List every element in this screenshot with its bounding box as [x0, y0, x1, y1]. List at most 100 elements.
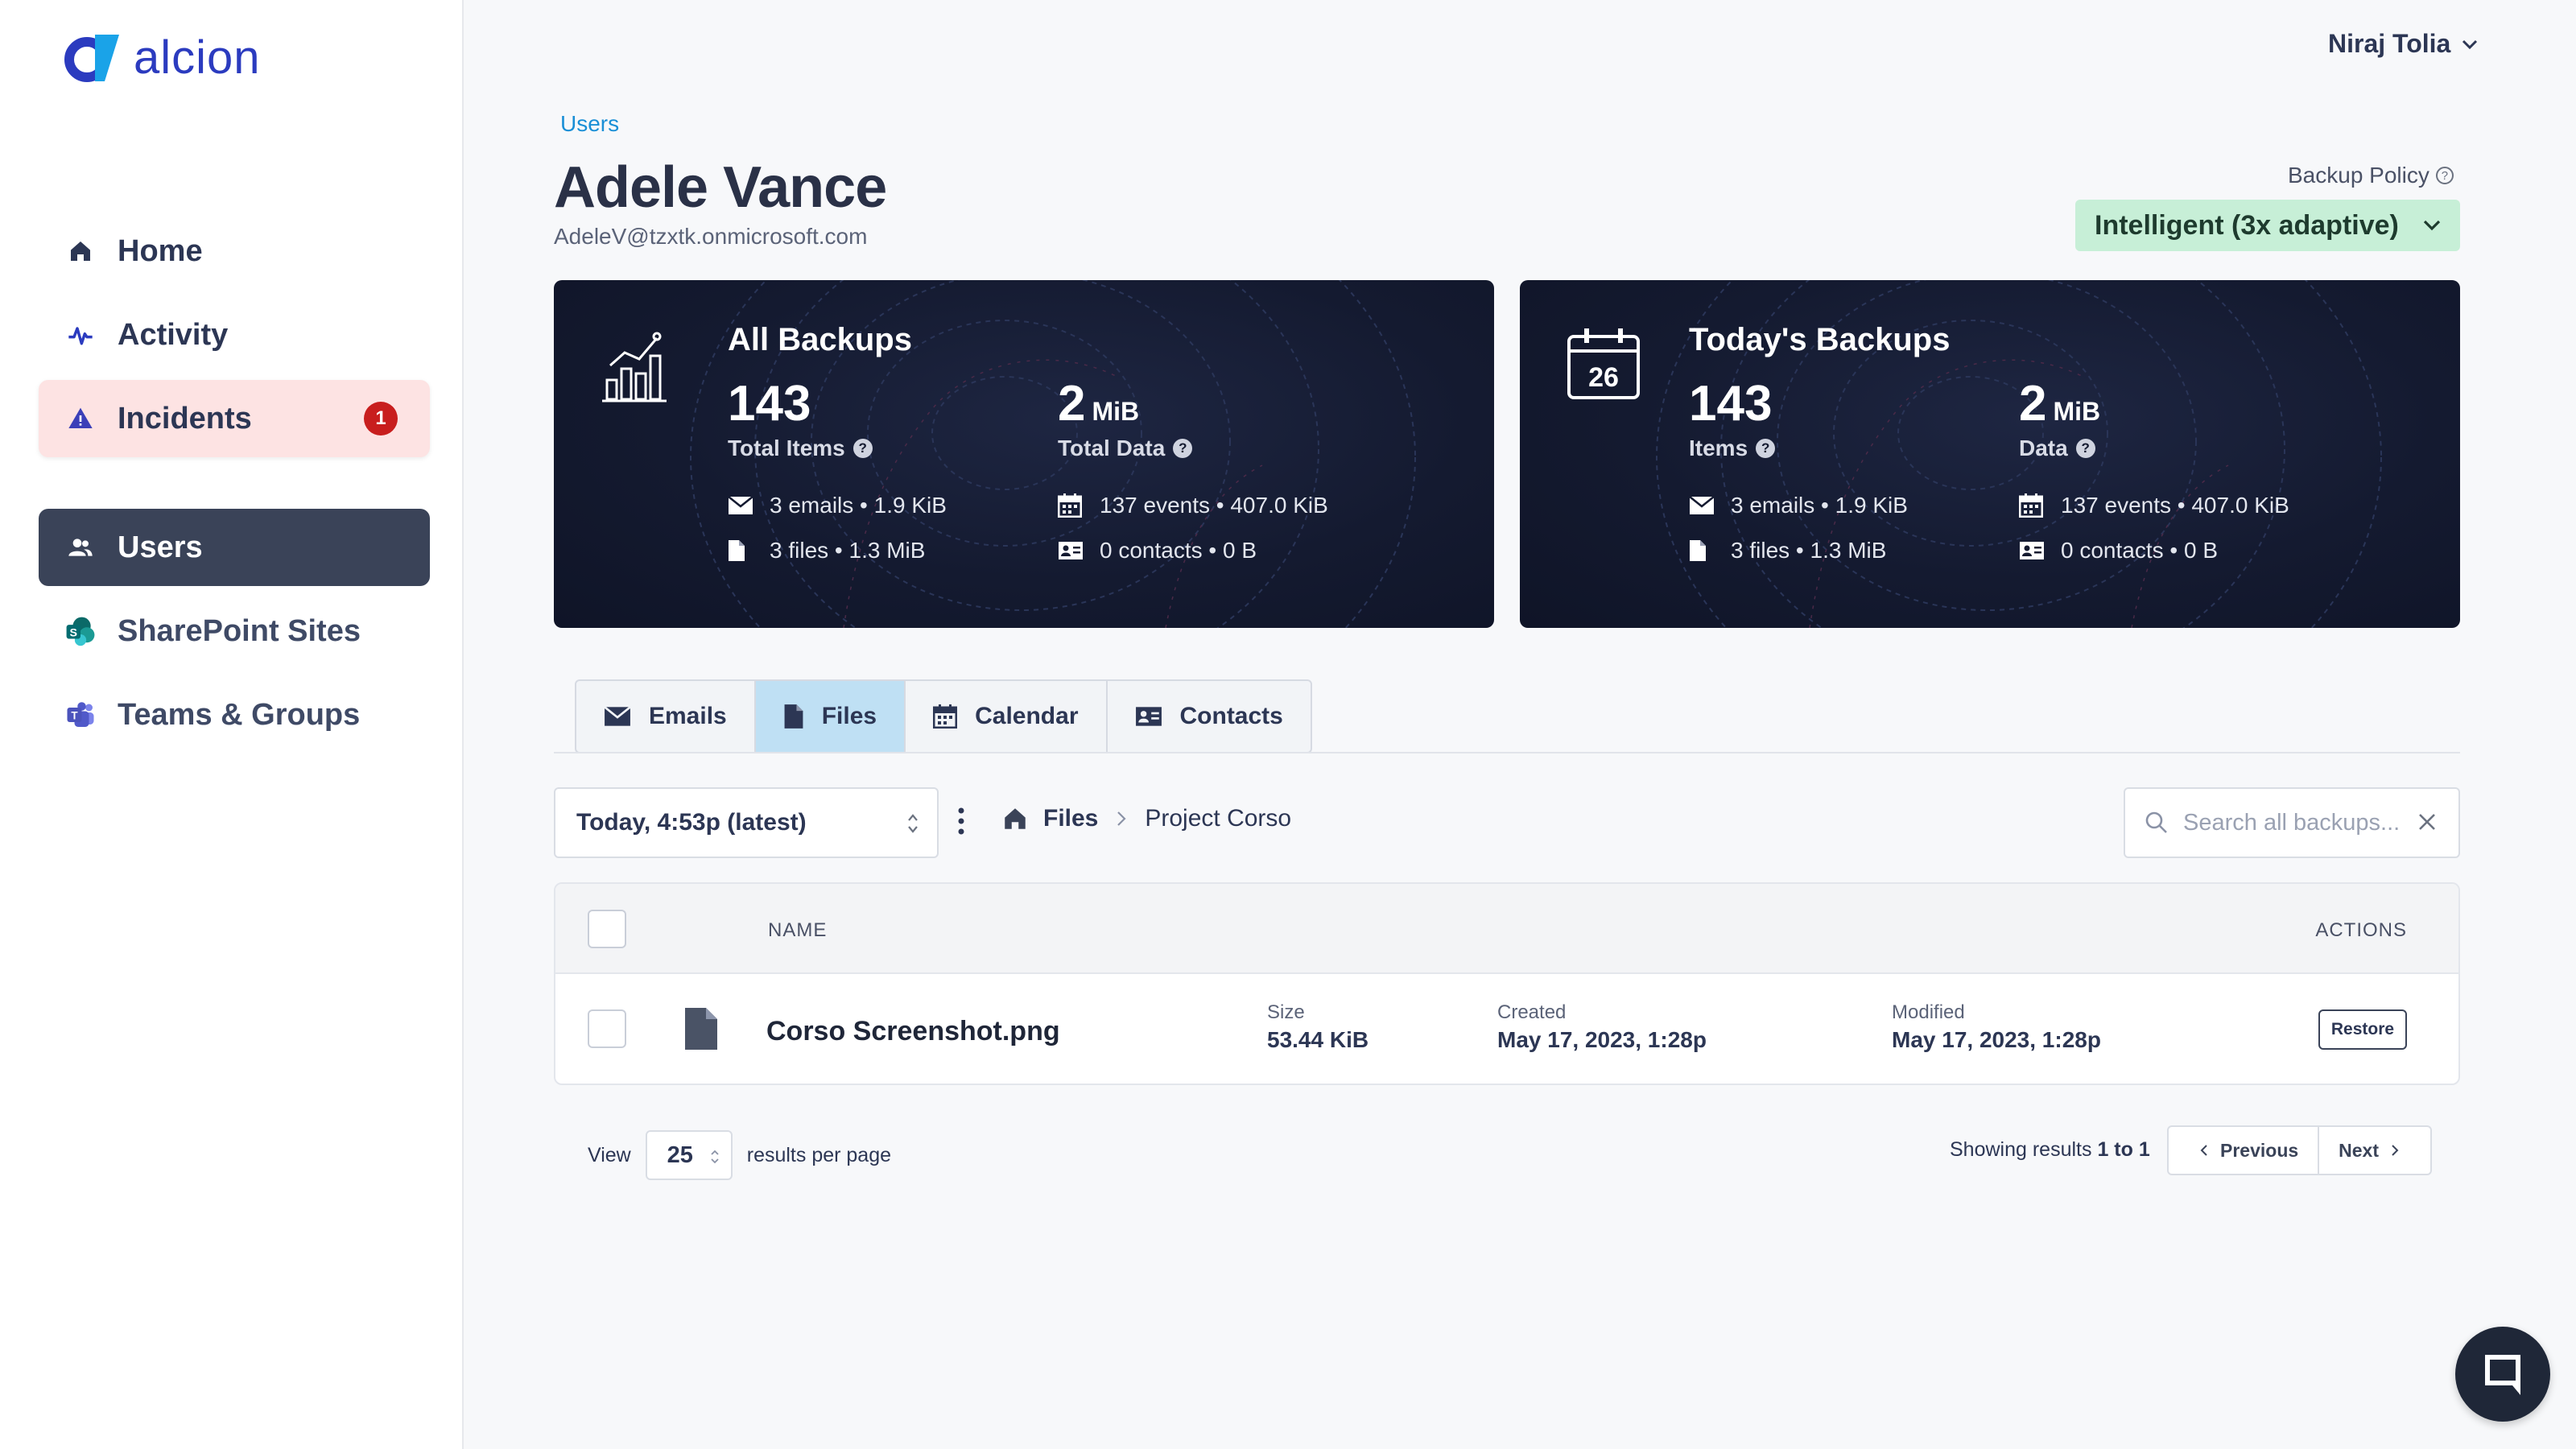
page-title: Adele Vance — [554, 155, 887, 220]
results-summary: Showing results 1 to 1 — [1950, 1138, 2150, 1162]
meta-value: May 17, 2023, 1:28p — [1497, 1027, 1707, 1052]
tab-label: Calendar — [975, 703, 1079, 729]
tab-label: Contacts — [1179, 703, 1283, 729]
sidebar-item-label: Activity — [118, 317, 229, 352]
next-label: Next — [2339, 1139, 2380, 1161]
column-header-actions: ACTIONS — [2315, 919, 2407, 941]
sidebar: alcion Home Activity Incidents 1 Users S… — [0, 0, 464, 1449]
stat-label: Total Data — [1058, 436, 1166, 460]
incident-count-badge: 1 — [364, 402, 398, 436]
previous-page-button[interactable]: Previous — [2169, 1127, 2320, 1174]
table-row: Corso Screenshot.png Size 53.44 KiB Crea… — [555, 974, 2458, 1084]
emails-detail: 3 emails • 1.9 KiB — [728, 493, 947, 518]
envelope-icon — [728, 496, 755, 515]
next-page-button[interactable]: Next — [2319, 1127, 2430, 1174]
tab-emails[interactable]: Emails — [576, 681, 756, 752]
select-all-checkbox[interactable] — [588, 910, 626, 948]
contacts-detail: 0 contacts • 0 B — [1058, 538, 1257, 564]
search-box — [2124, 787, 2460, 858]
per-page-label: results per page — [746, 1143, 892, 1166]
file-icon — [1689, 539, 1716, 562]
chevron-right-icon — [2392, 1145, 2399, 1156]
help-icon[interactable]: ? — [2075, 439, 2095, 458]
detail-text: 137 events • 407.0 KiB — [1100, 493, 1328, 518]
column-header-name: NAME — [768, 919, 828, 941]
help-icon[interactable]: ? — [1173, 439, 1193, 458]
stat-label: Items — [1689, 436, 1748, 460]
tab-calendar[interactable]: Calendar — [906, 681, 1108, 752]
calendar-icon — [1058, 493, 1085, 518]
stat-value: 2 — [2019, 376, 2047, 431]
breadcrumb-files[interactable]: Files — [1043, 805, 1098, 832]
contour-background — [690, 280, 1416, 628]
file-icon — [683, 1006, 720, 1055]
per-page-select[interactable]: 25 — [645, 1130, 733, 1180]
sidebar-item-incidents[interactable]: Incidents 1 — [39, 380, 430, 457]
row-checkbox[interactable] — [588, 1009, 626, 1048]
tab-contacts[interactable]: Contacts — [1108, 681, 1311, 752]
chat-bubble-icon — [2485, 1355, 2520, 1395]
view-label: View — [588, 1143, 631, 1166]
sidebar-item-users[interactable]: Users — [39, 509, 430, 586]
todays-backups-card: 26 Today's Backups 143 Items? 2 MiB Data?… — [1520, 280, 2460, 628]
restore-button[interactable]: Restore — [2318, 1009, 2407, 1050]
file-modified: Modified May 17, 2023, 1:28p — [1892, 1001, 2101, 1053]
sidebar-item-label: Users — [118, 530, 203, 564]
envelope-icon — [1689, 496, 1716, 515]
chat-widget-button[interactable] — [2455, 1327, 2550, 1422]
contact-card-icon — [1058, 541, 1085, 560]
files-table: NAME ACTIONS Corso Screenshot.png Size 5… — [554, 882, 2460, 1085]
activity-icon — [64, 319, 97, 351]
events-detail: 137 events • 407.0 KiB — [2019, 493, 2289, 518]
file-name[interactable]: Corso Screenshot.png — [766, 1016, 1060, 1047]
sidebar-item-home[interactable]: Home — [39, 213, 430, 290]
card-title: All Backups — [728, 322, 912, 357]
home-icon[interactable] — [1001, 805, 1029, 832]
all-backups-card: All Backups 143 Total Items? 2 MiB Total … — [554, 280, 1494, 628]
stat-unit: MiB — [1092, 397, 1140, 426]
sidebar-item-teams-groups[interactable]: T Teams & Groups — [39, 676, 430, 753]
contour-background — [1656, 280, 2382, 628]
folder-breadcrumb: Files Project Corso — [1001, 805, 1291, 832]
sidebar-item-label: Home — [118, 233, 203, 268]
tab-files[interactable]: Files — [755, 681, 906, 752]
search-input[interactable] — [2183, 809, 2417, 836]
users-icon — [64, 531, 97, 564]
events-detail: 137 events • 407.0 KiB — [1058, 493, 1328, 518]
stat-label: Data — [2019, 436, 2068, 460]
help-icon[interactable]: ? — [2435, 167, 2454, 184]
user-email: AdeleV@tzxtk.onmicrosoft.com — [554, 224, 868, 249]
data-stat: 2 MiB Data? — [2019, 375, 2100, 461]
breadcrumb-current-folder: Project Corso — [1145, 805, 1292, 832]
sidebar-item-activity[interactable]: Activity — [39, 296, 430, 374]
search-icon — [2145, 811, 2167, 833]
snapshot-select[interactable]: Today, 4:53p (latest) — [554, 787, 939, 858]
calendar-day-number: 26 — [1588, 362, 1619, 393]
breadcrumb-users[interactable]: Users — [560, 111, 619, 137]
total-data-stat: 2 MiB Total Data? — [1058, 375, 1193, 461]
backup-policy-select[interactable]: Intelligent (3x adaptive) — [2075, 200, 2460, 251]
clear-search-icon[interactable] — [2415, 810, 2439, 834]
more-options-icon[interactable] — [956, 807, 966, 840]
chevron-left-icon — [2200, 1145, 2207, 1156]
sidebar-item-label: Teams & Groups — [118, 697, 361, 732]
help-icon[interactable]: ? — [1756, 439, 1776, 458]
user-menu[interactable]: Niraj Tolia — [2328, 29, 2479, 59]
pagination: Previous Next — [2167, 1125, 2433, 1175]
meta-value: 53.44 KiB — [1267, 1027, 1369, 1052]
teams-icon: T — [64, 699, 97, 731]
tabs-divider — [554, 752, 2460, 753]
sidebar-item-label: SharePoint Sites — [118, 613, 361, 648]
sidebar-item-sharepoint-sites[interactable]: S SharePoint Sites — [39, 592, 430, 670]
backup-type-tabs: Emails Files Calendar Contacts — [575, 679, 1312, 753]
svg-text:S: S — [70, 626, 78, 639]
per-page-value: 25 — [667, 1141, 693, 1168]
file-size: Size 53.44 KiB — [1267, 1001, 1368, 1053]
select-arrows-icon — [908, 814, 918, 833]
help-icon[interactable]: ? — [852, 439, 873, 458]
alcion-logo[interactable]: alcion — [63, 31, 261, 85]
warning-icon — [64, 402, 97, 435]
items-stat: 143 Items? — [1689, 375, 1776, 461]
stat-label: Total Items — [728, 436, 845, 460]
contacts-detail: 0 contacts • 0 B — [2019, 538, 2218, 564]
